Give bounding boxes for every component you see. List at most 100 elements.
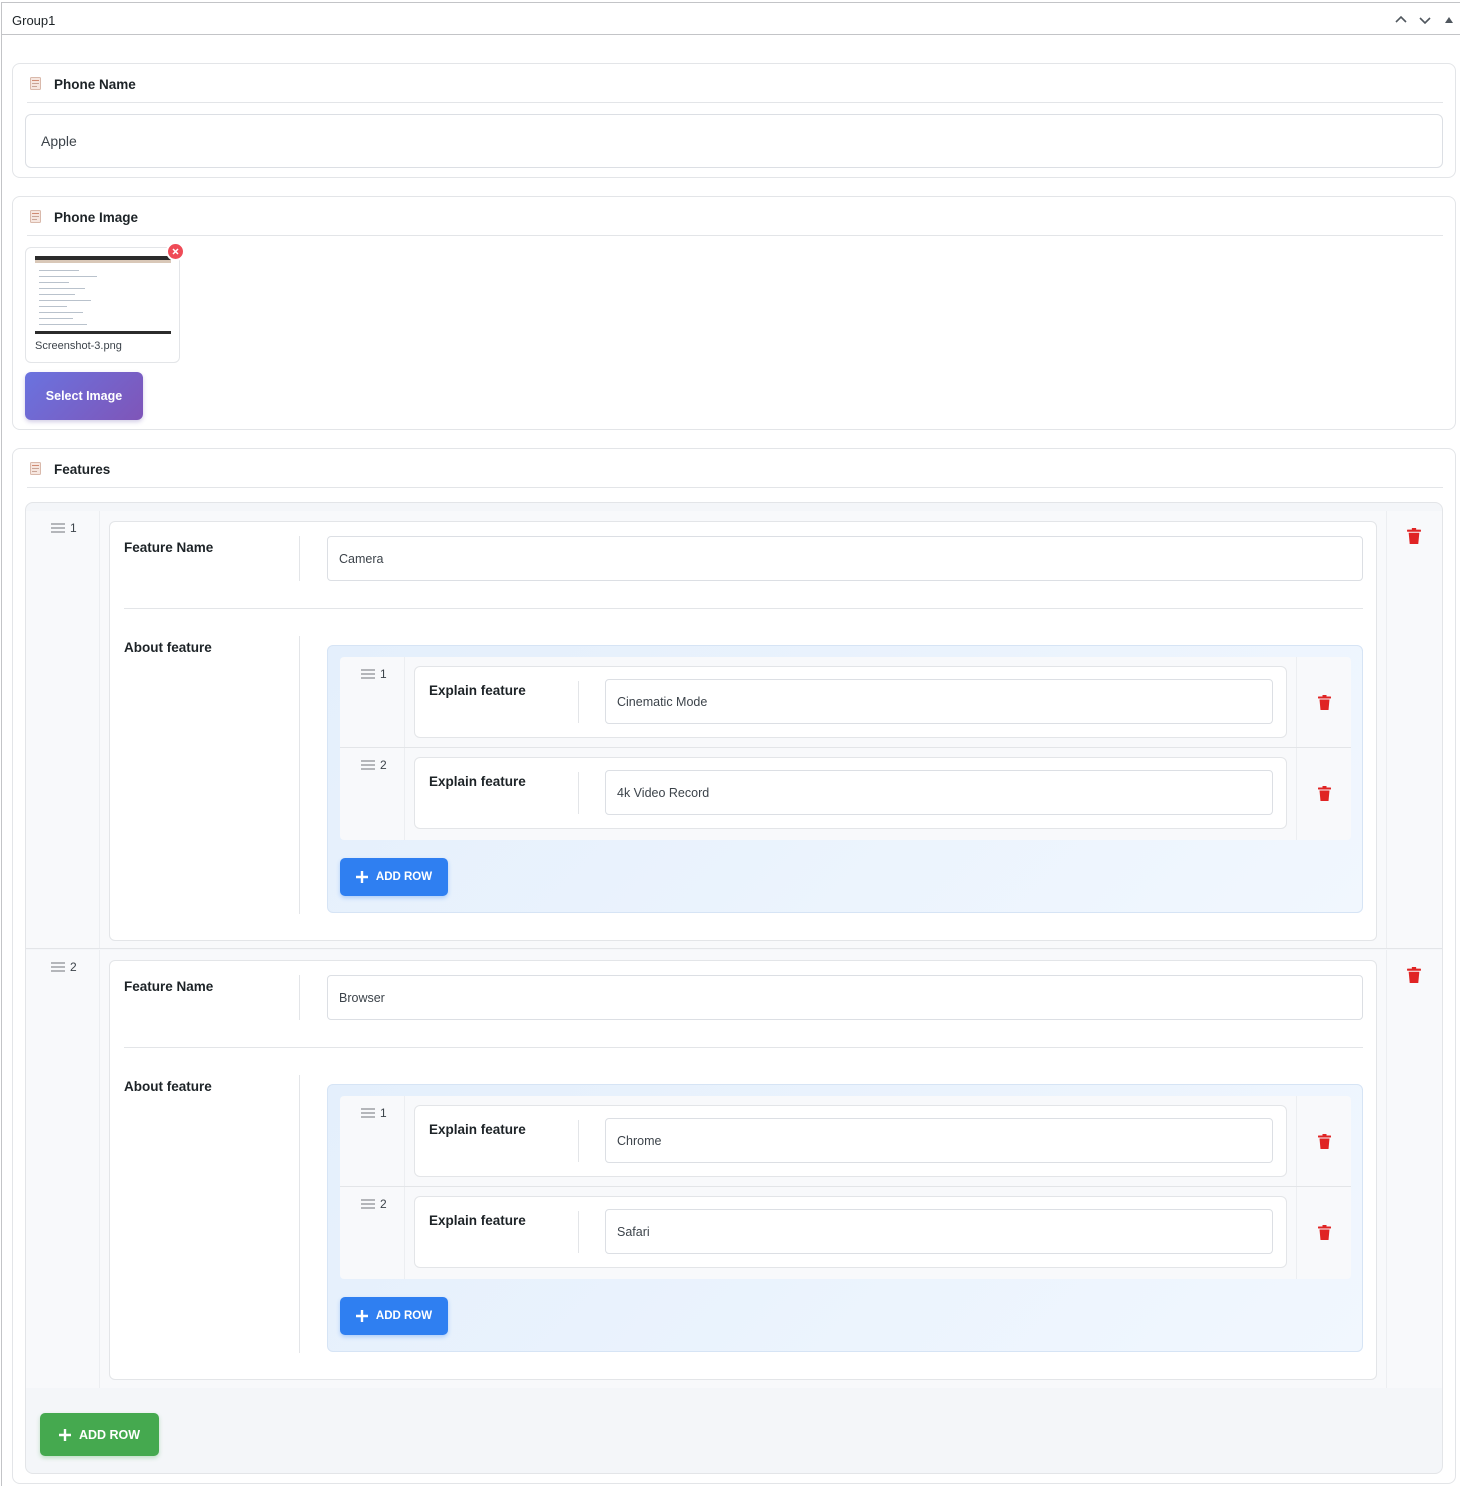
field-separator — [578, 772, 579, 814]
section-title: Phone Image — [54, 210, 139, 225]
row-index: 1 — [70, 521, 77, 535]
trash-icon[interactable] — [1318, 695, 1331, 710]
explain-feature-label: Explain feature — [429, 1122, 526, 1137]
row-index: 1 — [380, 667, 387, 681]
section-header: Phone Name — [27, 64, 1443, 103]
row-handle-column: 2 — [340, 1187, 405, 1279]
drag-handle-icon — [51, 523, 65, 533]
phone-name-input[interactable] — [25, 114, 1443, 168]
document-icon — [30, 77, 41, 90]
add-row-button[interactable]: ADD ROW — [340, 858, 448, 896]
field-separator — [299, 536, 300, 581]
features-section: Features 1 Feature Name About feature — [12, 448, 1456, 1484]
section-header: Phone Image — [27, 197, 1443, 236]
drag-handle-icon — [51, 962, 65, 972]
row-handle-column: 1 — [340, 1096, 405, 1186]
explain-feature-input[interactable] — [605, 679, 1273, 724]
row-card: Explain feature — [414, 1196, 1287, 1268]
trash-icon[interactable] — [1407, 967, 1421, 983]
about-feature-label: About feature — [124, 1079, 212, 1094]
feature-name-label: Feature Name — [124, 979, 214, 994]
section-title: Phone Name — [54, 77, 136, 92]
row-index: 1 — [380, 1106, 387, 1120]
row-delete-column — [1296, 1096, 1351, 1186]
explain-feature-input[interactable] — [605, 1118, 1273, 1163]
panel-border — [1, 35, 2, 1486]
row-delete-column — [1296, 1187, 1351, 1279]
about-feature-label: About feature — [124, 640, 212, 655]
remove-image-button[interactable] — [166, 242, 185, 261]
drag-handle[interactable]: 1 — [51, 521, 77, 535]
trash-icon[interactable] — [1407, 528, 1421, 544]
chevron-up-icon — [1395, 15, 1407, 23]
about-feature-repeater: 1 Explain feature — [327, 1084, 1363, 1352]
drag-handle[interactable]: 1 — [361, 1106, 387, 1120]
list-item: 1 Explain feature — [340, 657, 1351, 748]
row-delete-column — [1386, 511, 1442, 948]
feature-name-label: Feature Name — [124, 540, 214, 555]
explain-feature-input[interactable] — [605, 770, 1273, 815]
add-row-button[interactable]: ADD ROW — [340, 1297, 448, 1335]
chevron-down-icon — [1419, 17, 1431, 25]
inner-row-list: 1 Explain feature — [340, 1096, 1351, 1279]
document-icon — [30, 462, 41, 475]
explain-feature-input[interactable] — [605, 1209, 1273, 1254]
trash-icon[interactable] — [1318, 1225, 1331, 1240]
move-up-button[interactable] — [1390, 11, 1412, 29]
row-card: Explain feature — [414, 757, 1287, 829]
row-divider — [124, 608, 1363, 609]
trash-icon[interactable] — [1318, 1134, 1331, 1149]
triangle-up-icon — [1445, 17, 1453, 23]
phone-name-section: Phone Name — [12, 63, 1456, 178]
plus-icon — [58, 1428, 71, 1441]
move-down-button[interactable] — [1414, 11, 1436, 29]
row-divider — [124, 1047, 1363, 1048]
panel-header: Group1 — [1, 2, 1460, 35]
image-preview — [35, 256, 171, 334]
close-icon — [172, 248, 179, 255]
table-row: 2 Feature Name About feature — [26, 950, 1442, 1388]
table-row: 1 Feature Name About feature — [26, 511, 1442, 949]
row-handle-column: 2 — [26, 950, 100, 1388]
section-header: Features — [27, 449, 1443, 488]
plus-icon — [355, 1310, 368, 1322]
list-item: 2 Explain feature — [340, 1187, 1351, 1279]
add-feature-row-button[interactable]: ADD ROW — [40, 1413, 159, 1456]
image-thumbnail-card: Screenshot-3.png — [25, 247, 180, 363]
row-delete-column — [1296, 657, 1351, 747]
drag-handle[interactable]: 2 — [361, 758, 387, 772]
explain-feature-label: Explain feature — [429, 683, 526, 698]
field-separator — [299, 636, 300, 914]
field-separator — [578, 1120, 579, 1162]
field-separator — [578, 681, 579, 723]
drag-handle-icon — [361, 1108, 375, 1118]
row-handle-column: 1 — [340, 657, 405, 747]
row-index: 2 — [380, 1197, 387, 1211]
row-index: 2 — [70, 960, 77, 974]
drag-handle[interactable]: 1 — [361, 667, 387, 681]
feature-name-input[interactable] — [327, 975, 1363, 1020]
row-card: Feature Name About feature 1 — [109, 960, 1377, 1380]
drag-handle[interactable]: 2 — [51, 960, 77, 974]
field-separator — [299, 975, 300, 1020]
list-item: 2 Explain feature — [340, 748, 1351, 840]
row-card: Explain feature — [414, 666, 1287, 738]
drag-handle-icon — [361, 669, 375, 679]
row-handle-column: 1 — [26, 511, 100, 948]
feature-name-input[interactable] — [327, 536, 1363, 581]
drag-handle-icon — [361, 760, 375, 770]
phone-image-section: Phone Image Screenshot-3.png Select Imag… — [12, 196, 1456, 430]
add-row-label: ADD ROW — [375, 1310, 433, 1322]
image-file-name: Screenshot-3.png — [35, 340, 122, 352]
explain-feature-label: Explain feature — [429, 1213, 526, 1228]
document-icon — [30, 210, 41, 223]
field-separator — [299, 1075, 300, 1353]
toggle-panel-button[interactable] — [1438, 11, 1460, 29]
add-row-label: ADD ROW — [78, 1427, 141, 1442]
drag-handle[interactable]: 2 — [361, 1197, 387, 1211]
row-delete-column — [1296, 748, 1351, 840]
select-image-button[interactable]: Select Image — [25, 372, 143, 420]
panel-controls — [1390, 11, 1460, 29]
row-delete-column — [1386, 950, 1442, 1388]
trash-icon[interactable] — [1318, 786, 1331, 801]
